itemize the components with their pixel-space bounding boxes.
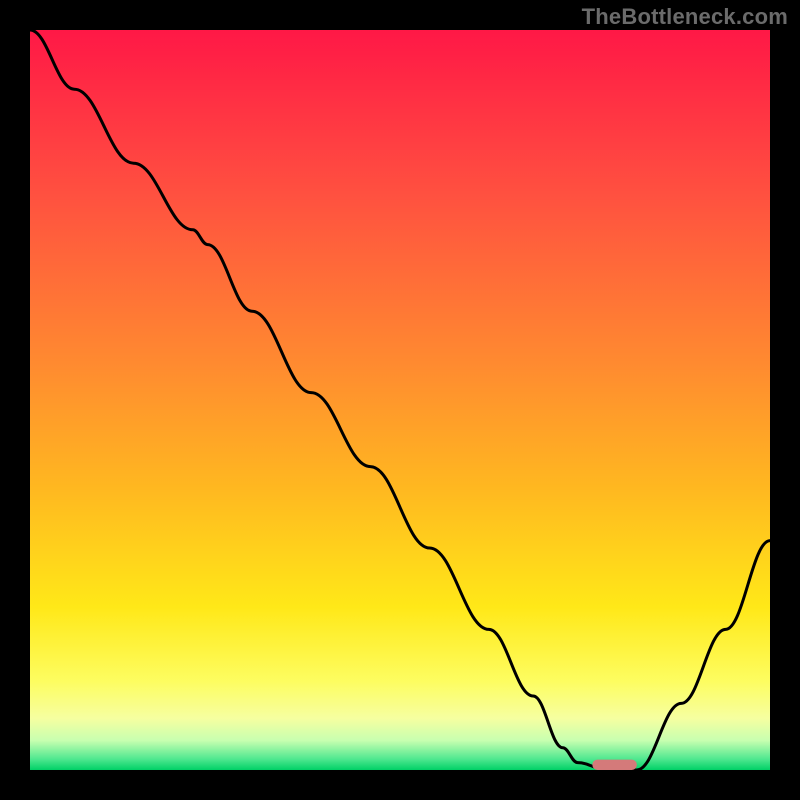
optimal-range-marker: [592, 760, 636, 770]
chart-svg: [0, 0, 800, 800]
attribution-label: TheBottleneck.com: [582, 4, 788, 30]
plot-background: [30, 30, 770, 770]
chart-container: TheBottleneck.com: [0, 0, 800, 800]
